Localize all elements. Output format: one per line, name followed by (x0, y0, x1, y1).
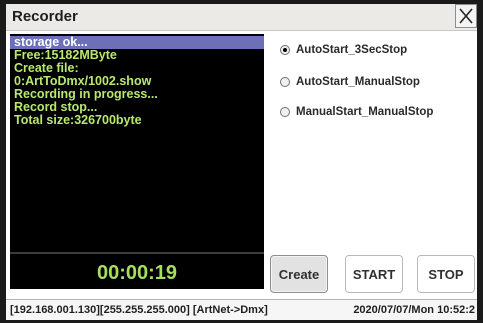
elapsed-timer: 00:00:19 (96, 262, 178, 284)
log-line[interactable]: Total size:326700byte (10, 114, 264, 127)
title-bar: Recorder (6, 4, 477, 31)
stop-button[interactable]: STOP (417, 255, 475, 293)
status-bar: [192.168.001.130][255.255.255.000] [ArtN… (6, 299, 477, 320)
radio-label: ManualStart_ManualStop (296, 106, 434, 118)
window-title: Recorder (12, 8, 78, 25)
timer-divider (10, 252, 264, 254)
close-button[interactable] (455, 4, 477, 28)
radio-unchecked-icon (280, 107, 290, 117)
radio-label: AutoStart_ManualStop (296, 76, 420, 88)
mode-manualstart-manualstop[interactable]: ManualStart_ManualStop (280, 106, 433, 118)
radio-unchecked-icon (280, 77, 290, 87)
network-status: [192.168.001.130][255.255.255.000] [ArtN… (10, 304, 268, 316)
mode-autostart-manualstop[interactable]: AutoStart_ManualStop (280, 76, 420, 88)
log-list: storage ok... Free:15182MByte Create fil… (10, 36, 264, 127)
create-button[interactable]: Create (270, 255, 328, 293)
date-time: 2020/07/07/Mon 10:52:2 (353, 304, 475, 316)
log-panel[interactable]: storage ok... Free:15182MByte Create fil… (10, 34, 264, 289)
mode-autostart-3secstop[interactable]: AutoStart_3SecStop (280, 44, 407, 56)
start-button[interactable]: START (345, 255, 403, 293)
radio-checked-icon (280, 45, 290, 55)
recorder-screen: Recorder storage ok... Free:15182MByte C… (6, 4, 477, 320)
close-icon (459, 8, 473, 24)
radio-label: AutoStart_3SecStop (296, 44, 408, 56)
